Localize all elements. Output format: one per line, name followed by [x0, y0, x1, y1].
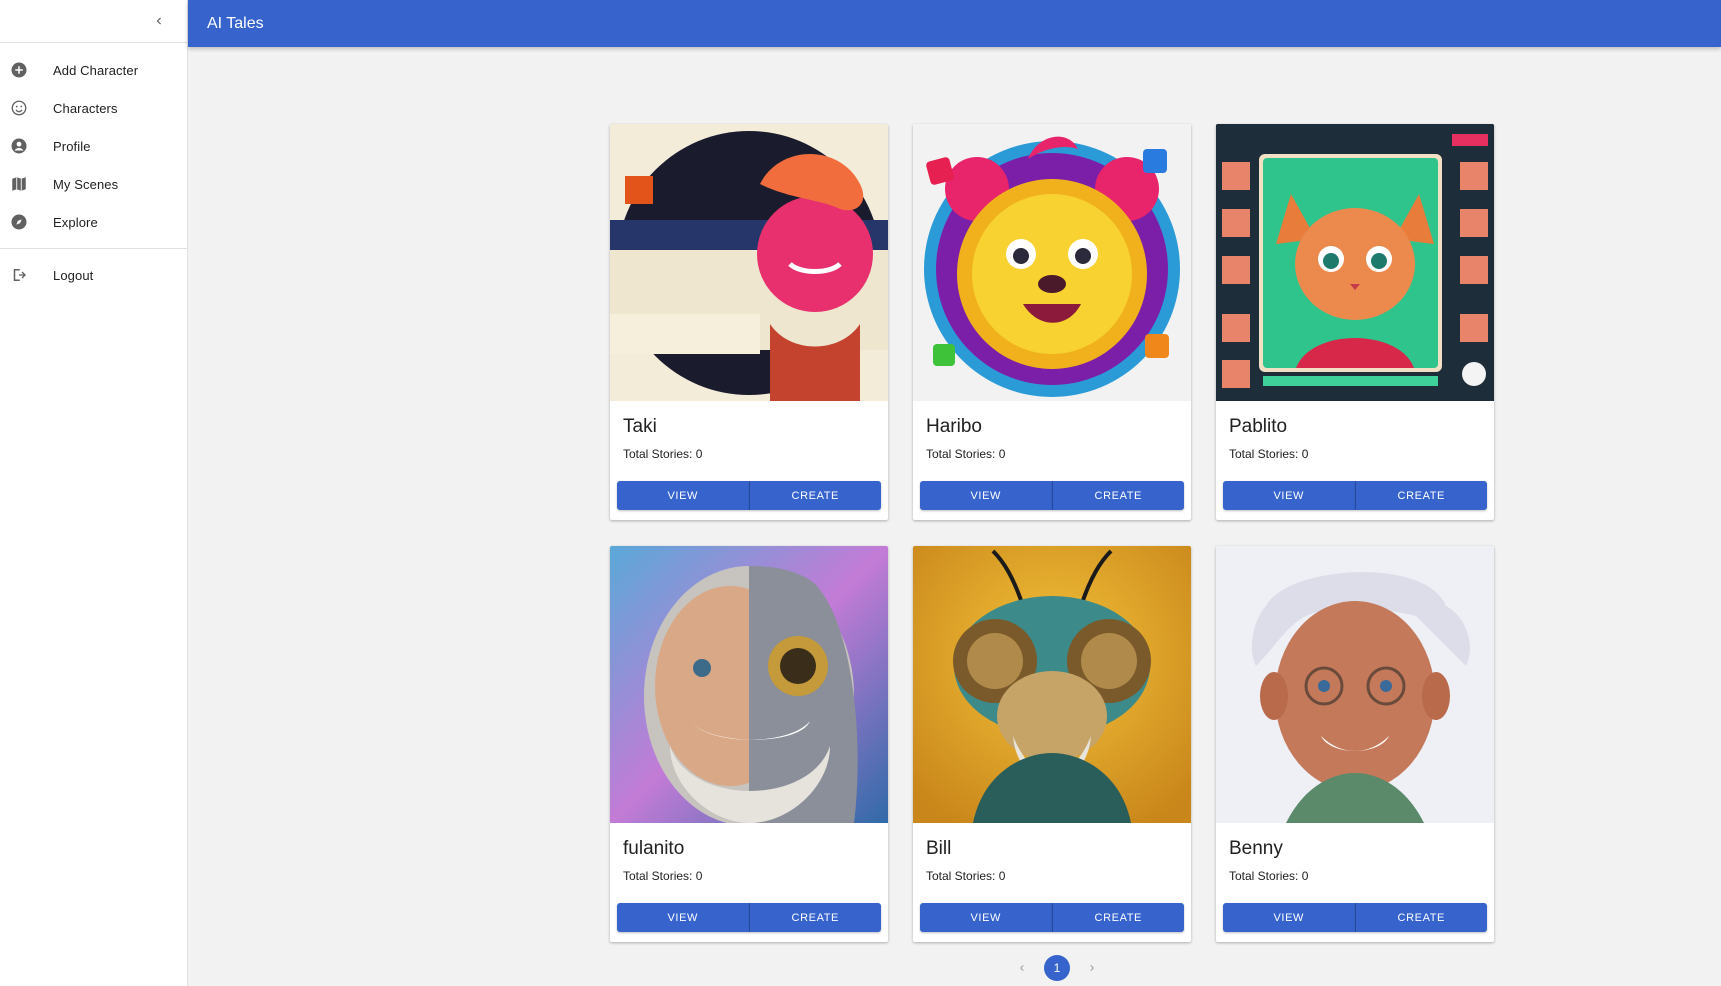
character-name: Benny [1229, 838, 1283, 859]
sidebar-item-logout[interactable]: Logout [0, 256, 187, 294]
character-name: Pablito [1229, 416, 1288, 437]
sidebar-item-explore[interactable]: Explore [0, 203, 187, 241]
sidebar: Add Character Characters Profile My Scen… [0, 0, 188, 986]
account-circle-icon [10, 137, 28, 155]
view-button[interactable]: VIEW [920, 481, 1053, 510]
character-image[interactable] [913, 124, 1191, 401]
sidebar-item-label: Logout [53, 267, 94, 283]
character-card: Haribo Total Stories: 0 VIEW CREATE [913, 124, 1191, 520]
sidebar-item-my-scenes[interactable]: My Scenes [0, 165, 187, 203]
character-image[interactable] [1216, 546, 1494, 823]
chevron-right-icon[interactable] [1084, 960, 1100, 976]
character-name: Bill [926, 838, 952, 859]
page-button-current[interactable]: 1 [1044, 955, 1070, 981]
app-title: AI Tales [207, 14, 264, 32]
sidebar-item-label: Add Character [53, 62, 139, 78]
app-bar: AI Tales [188, 0, 1721, 47]
character-card: Taki Total Stories: 0 VIEW CREATE [610, 124, 888, 520]
sidebar-item-label: Explore [53, 214, 98, 230]
sidebar-item-label: Characters [53, 100, 118, 116]
character-name: Taki [623, 416, 657, 437]
character-image[interactable] [610, 124, 888, 401]
character-card: Bill Total Stories: 0 VIEW CREATE [913, 546, 1191, 942]
pagination: 1 [1014, 955, 1100, 981]
sidebar-item-characters[interactable]: Characters [0, 89, 187, 127]
character-name: fulanito [623, 838, 685, 859]
character-card: Pablito Total Stories: 0 VIEW CREATE [1216, 124, 1494, 520]
sidebar-item-label: My Scenes [53, 176, 119, 192]
character-story-count: Total Stories: 0 [623, 869, 703, 883]
character-story-count: Total Stories: 0 [1229, 869, 1309, 883]
view-button[interactable]: VIEW [1223, 903, 1356, 932]
smiley-icon [10, 99, 28, 117]
compass-icon [10, 213, 28, 231]
create-button[interactable]: CREATE [749, 481, 881, 510]
chevron-left-icon[interactable] [1014, 960, 1030, 976]
character-image[interactable] [610, 546, 888, 823]
add-circle-icon [10, 61, 28, 79]
view-button[interactable]: VIEW [617, 903, 750, 932]
book-map-icon [10, 175, 28, 193]
sidebar-header [0, 0, 187, 43]
logout-icon [10, 266, 28, 284]
sidebar-divider [0, 248, 187, 249]
character-story-count: Total Stories: 0 [1229, 447, 1309, 461]
create-button[interactable]: CREATE [1052, 481, 1184, 510]
create-button[interactable]: CREATE [749, 903, 881, 932]
view-button[interactable]: VIEW [920, 903, 1053, 932]
sidebar-item-label: Profile [53, 138, 91, 154]
character-card: Benny Total Stories: 0 VIEW CREATE [1216, 546, 1494, 942]
character-grid: Taki Total Stories: 0 VIEW CREATE Haribo… [610, 124, 1494, 942]
character-card: fulanito Total Stories: 0 VIEW CREATE [610, 546, 888, 942]
create-button[interactable]: CREATE [1355, 481, 1487, 510]
create-button[interactable]: CREATE [1355, 903, 1487, 932]
sidebar-item-profile[interactable]: Profile [0, 127, 187, 165]
character-image[interactable] [913, 546, 1191, 823]
chevron-left-icon[interactable] [147, 9, 171, 33]
sidebar-nav: Add Character Characters Profile My Scen… [0, 43, 187, 294]
view-button[interactable]: VIEW [617, 481, 750, 510]
create-button[interactable]: CREATE [1052, 903, 1184, 932]
sidebar-item-add-character[interactable]: Add Character [0, 51, 187, 89]
character-story-count: Total Stories: 0 [926, 447, 1006, 461]
character-image[interactable] [1216, 124, 1494, 401]
character-story-count: Total Stories: 0 [926, 869, 1006, 883]
character-story-count: Total Stories: 0 [623, 447, 703, 461]
character-name: Haribo [926, 416, 982, 437]
view-button[interactable]: VIEW [1223, 481, 1356, 510]
